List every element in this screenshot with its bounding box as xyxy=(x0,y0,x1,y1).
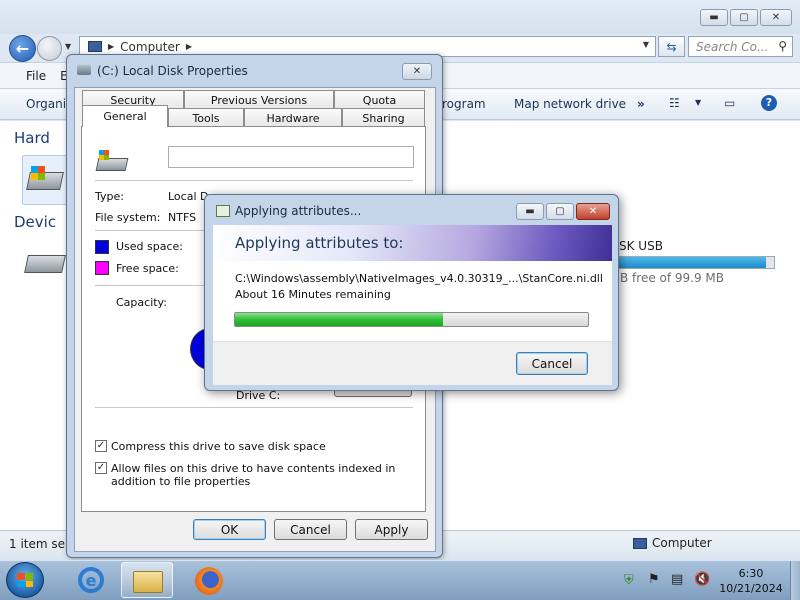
tab-previous-versions[interactable]: Previous Versions xyxy=(184,90,334,109)
firefox-icon xyxy=(195,567,223,595)
capacity-label: Capacity: xyxy=(116,296,167,309)
drive-icon xyxy=(77,65,91,75)
taskbar-firefox[interactable] xyxy=(184,562,236,598)
free-space-label: Free space: xyxy=(116,262,179,275)
divider xyxy=(95,407,413,408)
search-placeholder: Search Co... xyxy=(696,39,769,54)
current-file-path: C:\Windows\assembly\NativeImages_v4.0.30… xyxy=(235,272,603,285)
maximize-button[interactable]: ▢ xyxy=(730,9,758,26)
checkmark-icon: ✓ xyxy=(96,440,106,451)
explorer-titlebar: ▬ ▢ ✕ xyxy=(0,0,800,34)
search-input[interactable]: Search Co... ⚲ xyxy=(688,36,793,57)
recent-pages-chevron-icon[interactable]: ▼ xyxy=(65,42,71,51)
allow-indexing-checkbox[interactable]: ✓ xyxy=(95,462,107,474)
status-location: Computer xyxy=(652,536,712,550)
back-arrow-icon: ← xyxy=(15,39,30,58)
network-icon[interactable]: ▤ xyxy=(671,572,683,587)
local-disk-icon xyxy=(95,150,129,172)
applying-heading: Applying attributes to: xyxy=(235,234,404,252)
security-tray-icon[interactable]: ⛨ xyxy=(624,573,634,588)
dialog-title: Applying attributes... xyxy=(235,204,362,218)
progress-bar xyxy=(234,312,589,327)
close-button[interactable]: ✕ xyxy=(402,63,432,80)
action-center-flag-icon[interactable]: ⚑ xyxy=(648,572,660,587)
minimize-button[interactable]: ▬ xyxy=(516,203,544,220)
usb-drive-capacity-fill xyxy=(619,257,767,268)
close-button[interactable]: ✕ xyxy=(760,9,792,26)
search-icon[interactable]: ⚲ xyxy=(778,39,787,53)
usb-drive-free-text: B free of 99.9 MB xyxy=(620,271,725,285)
time-remaining: About 16 Minutes remaining xyxy=(235,288,391,301)
tab-quota[interactable]: Quota xyxy=(334,90,425,109)
divider xyxy=(95,180,413,181)
dialog-content: C:\Windows\assembly\NativeImages_v4.0.30… xyxy=(213,261,612,341)
close-button[interactable]: ✕ xyxy=(576,203,610,220)
checkmark-icon: ✓ xyxy=(96,462,106,473)
file-system-label: File system: xyxy=(95,211,161,224)
more-commands-button[interactable]: » xyxy=(637,97,645,111)
show-desktop-button[interactable] xyxy=(790,561,800,600)
refresh-button[interactable]: ⇆ xyxy=(658,36,685,57)
cancel-button[interactable]: Cancel xyxy=(274,519,347,540)
help-icon[interactable]: ? xyxy=(761,95,777,111)
used-space-label: Used space: xyxy=(116,240,184,253)
minimize-button[interactable]: ▬ xyxy=(700,9,728,26)
free-space-swatch xyxy=(95,261,109,275)
usb-drive-label[interactable]: SK USB xyxy=(619,239,663,253)
menu-file[interactable]: File xyxy=(0,69,54,83)
breadcrumb-computer[interactable]: Computer xyxy=(120,40,180,54)
address-dropdown-icon[interactable]: ▼ xyxy=(643,40,649,49)
breadcrumb-separator-icon[interactable]: ▶ xyxy=(108,42,114,51)
local-disk-drive-icon[interactable] xyxy=(22,155,68,205)
compress-drive-checkbox[interactable]: ✓ xyxy=(95,440,107,452)
computer-icon xyxy=(88,41,102,52)
preview-pane-icon[interactable]: ▭ xyxy=(724,96,735,110)
folder-icon xyxy=(133,571,163,593)
refresh-icon: ⇆ xyxy=(666,39,677,54)
maximize-button[interactable]: ▢ xyxy=(546,203,574,220)
taskbar-internet-explorer[interactable]: e xyxy=(66,562,118,598)
map-network-drive-button[interactable]: Map network drive xyxy=(514,97,626,111)
cancel-button[interactable]: Cancel xyxy=(516,352,588,375)
usb-drive-icon[interactable] xyxy=(24,245,66,277)
used-space-swatch xyxy=(95,240,109,254)
apply-button[interactable]: Apply xyxy=(355,519,428,540)
ok-button[interactable]: OK xyxy=(193,519,266,540)
type-label: Type: xyxy=(95,190,124,203)
progress-fill xyxy=(235,313,444,326)
tab-tools[interactable]: Tools xyxy=(168,108,244,127)
attributes-icon xyxy=(216,205,230,217)
internet-explorer-icon: e xyxy=(78,567,104,593)
breadcrumb-separator-icon[interactable]: ▶ xyxy=(186,42,192,51)
drive-name-field[interactable] xyxy=(168,146,414,168)
clock[interactable]: 6:30 10/21/2024 xyxy=(716,566,786,596)
section-devices-removable-storage[interactable]: Devic xyxy=(14,213,56,231)
clock-time: 6:30 xyxy=(738,567,764,580)
taskbar-windows-explorer[interactable] xyxy=(121,562,173,598)
tab-hardware[interactable]: Hardware xyxy=(244,108,342,127)
type-value: Local D xyxy=(168,190,209,203)
forward-button[interactable] xyxy=(37,36,62,61)
usb-drive-capacity-bar xyxy=(618,256,775,269)
back-button[interactable]: ← xyxy=(9,35,36,62)
compress-drive-label[interactable]: Compress this drive to save disk space xyxy=(111,440,326,453)
file-system-value: NTFS xyxy=(168,211,197,224)
view-dropdown-icon[interactable]: ▼ xyxy=(695,98,701,107)
uninstall-program-button[interactable]: rogram xyxy=(442,97,486,111)
dialog-header-banner: Applying attributes to: xyxy=(213,225,612,261)
change-view-icon[interactable]: ☷ xyxy=(669,96,680,110)
volume-muted-icon[interactable]: 🔇 xyxy=(694,572,710,587)
tab-general[interactable]: General xyxy=(82,105,168,127)
dialog-title: (C:) Local Disk Properties xyxy=(97,64,248,78)
allow-indexing-label[interactable]: Allow files on this drive to have conten… xyxy=(111,462,411,488)
tab-sharing[interactable]: Sharing xyxy=(342,108,425,127)
windows-logo-icon xyxy=(17,573,33,587)
status-computer-icon xyxy=(633,538,647,549)
section-hard-disk-drives[interactable]: Hard xyxy=(14,129,50,147)
clock-date: 10/21/2024 xyxy=(719,582,783,595)
